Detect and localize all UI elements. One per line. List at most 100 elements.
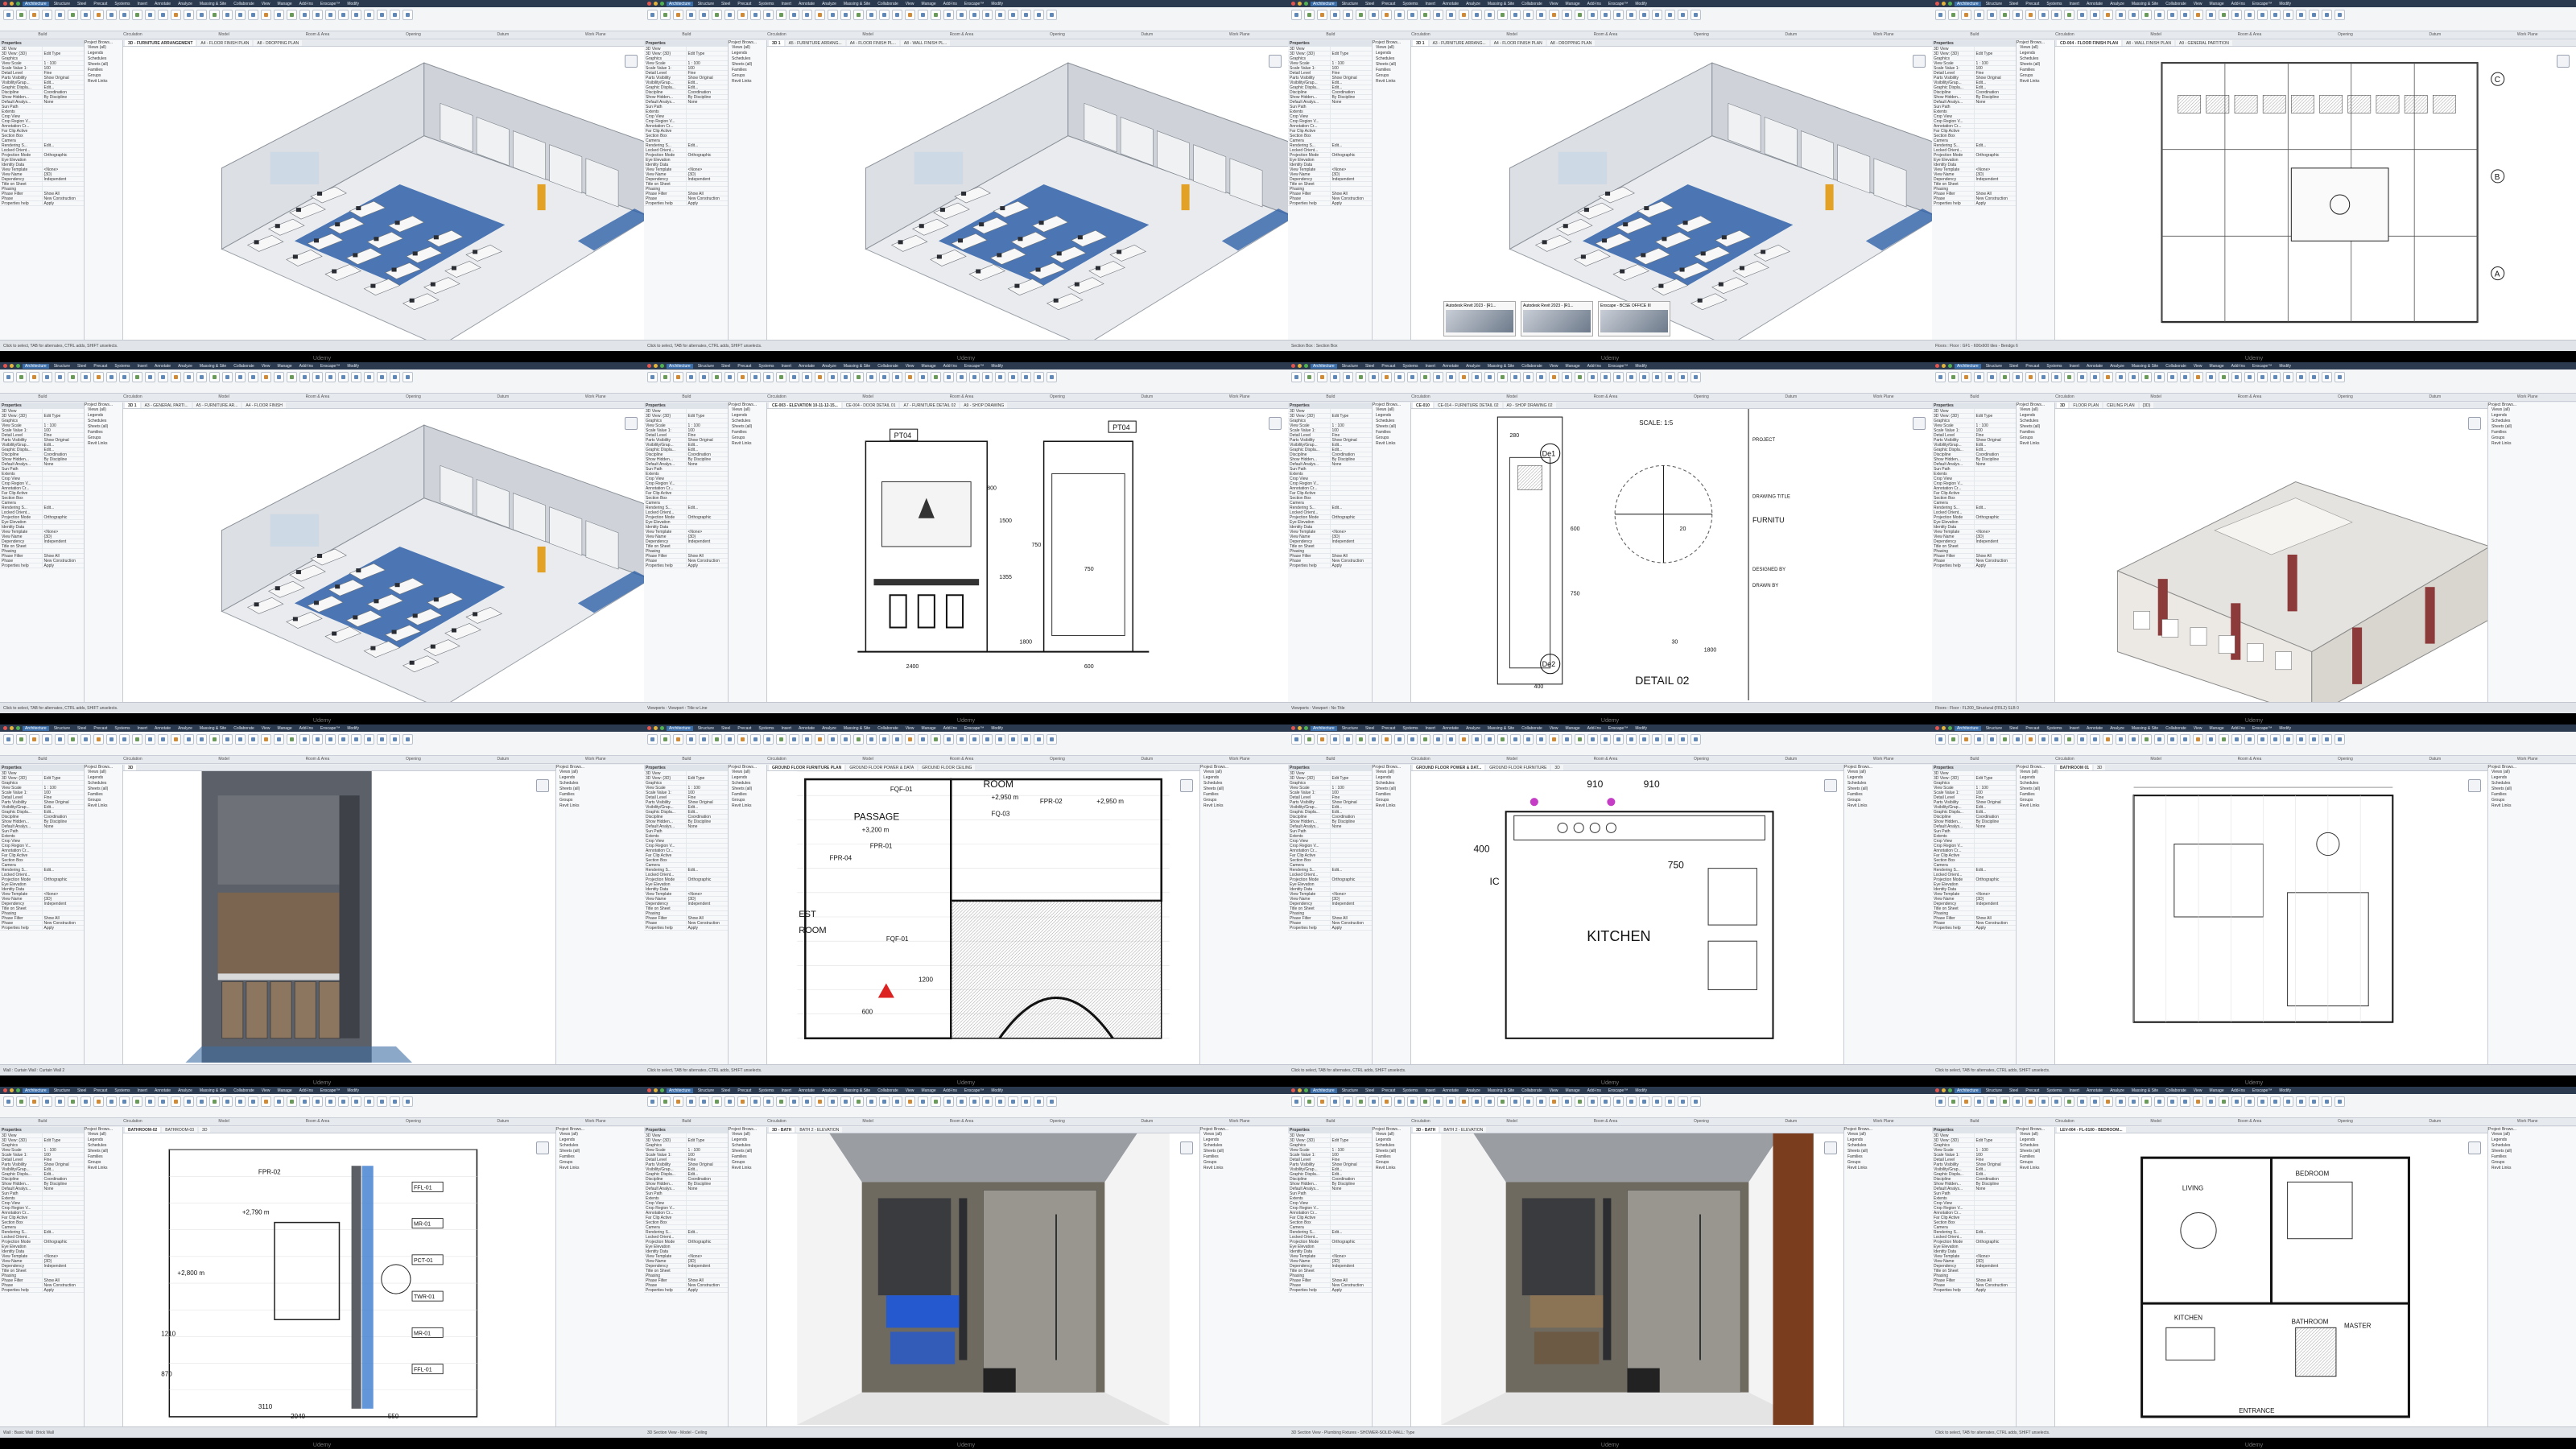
ribbon-tool-icon[interactable] <box>1652 1096 1662 1107</box>
ribbon-tab[interactable]: Steel <box>719 364 733 369</box>
browser-item[interactable]: Sheets (all) <box>2488 1149 2576 1154</box>
ribbon-tab[interactable]: Steel <box>1363 1088 1377 1093</box>
ribbon-tool-icon[interactable] <box>29 734 39 745</box>
ribbon-tool-icon[interactable] <box>1639 1096 1649 1107</box>
ribbon-tab[interactable]: Manage <box>2207 364 2227 369</box>
browser-item[interactable]: Views (all) <box>1200 770 1288 775</box>
ribbon-tab[interactable]: Modify <box>2277 1088 2293 1093</box>
drawing-area[interactable] <box>123 47 644 340</box>
view-cube-icon[interactable] <box>1913 55 1926 68</box>
ribbon-tool-icon[interactable] <box>196 734 207 745</box>
ribbon-tool-icon[interactable] <box>2154 372 2165 382</box>
ribbon-tab[interactable]: Annotate <box>796 1088 817 1093</box>
ribbon-tool-icon[interactable] <box>2180 372 2190 382</box>
ribbon-tool-icon[interactable] <box>1497 372 1508 382</box>
view-tab[interactable]: A4 - FLOOR FINISH <box>242 402 286 408</box>
view-tab[interactable]: BATHROOM 01 <box>2057 765 2093 770</box>
browser-item[interactable]: Sheets (all) <box>85 62 122 68</box>
window-control-icon[interactable] <box>1942 726 1946 730</box>
ribbon-tool-icon[interactable] <box>2090 10 2100 20</box>
ribbon-tool-icon[interactable] <box>1291 10 1302 20</box>
ribbon-tab[interactable]: Annotate <box>152 364 173 369</box>
ribbon-tool-icon[interactable] <box>2077 734 2087 745</box>
ribbon-tab[interactable]: Analyze <box>175 2 195 6</box>
ribbon-tool-icon[interactable] <box>1562 372 1572 382</box>
ribbon-tool-icon[interactable] <box>802 10 812 20</box>
ribbon-tool-icon[interactable] <box>1948 372 1959 382</box>
browser-item[interactable]: Sheets (all) <box>1844 786 1932 792</box>
view-tab[interactable]: 3D <box>125 765 137 770</box>
properties-help-link[interactable]: Properties help <box>644 1288 686 1292</box>
browser-item[interactable]: Revit Links <box>2488 1166 2576 1171</box>
ribbon-tool-icon[interactable] <box>2322 10 2332 20</box>
ribbon-tab[interactable]: Systems <box>1400 726 1420 731</box>
browser-item[interactable]: Revit Links <box>85 441 122 447</box>
ribbon-tool-icon[interactable] <box>299 734 310 745</box>
ribbon-tool-icon[interactable] <box>2128 372 2139 382</box>
browser-item[interactable]: Groups <box>556 1160 644 1166</box>
ribbon-tool-icon[interactable] <box>2334 10 2345 20</box>
ribbon-tab[interactable]: Manage <box>2207 1088 2227 1093</box>
ribbon-tool-icon[interactable] <box>1536 1096 1546 1107</box>
ribbon-tool-icon[interactable] <box>119 734 130 745</box>
window-control-icon[interactable] <box>654 364 658 368</box>
ribbon-tab[interactable]: Modify <box>1633 1088 1649 1093</box>
ribbon-tool-icon[interactable] <box>1613 10 1624 20</box>
window-control-icon[interactable] <box>1942 1088 1946 1092</box>
ribbon-tool-icon[interactable] <box>1446 734 1456 745</box>
browser-item[interactable]: Legends <box>729 775 766 781</box>
view-tab[interactable]: BATH 2 - ELEVATION <box>796 1127 843 1133</box>
view-tab[interactable]: A5 - FURNITURE AR... <box>192 402 242 408</box>
model-view[interactable]: FFL-01MR-01PCT-01TWR-01MR-01FFL-01FPR-02… <box>123 1133 555 1426</box>
ribbon-tool-icon[interactable] <box>402 734 413 745</box>
ribbon-tab[interactable]: Analyze <box>175 726 195 731</box>
ribbon-tool-icon[interactable] <box>1587 10 1598 20</box>
browser-item[interactable]: Legends <box>85 1137 122 1143</box>
ribbon-tool-icon[interactable] <box>1433 734 1443 745</box>
view-tab[interactable]: CE-003 - ELEVATION 10-11-12-15... <box>769 402 841 408</box>
ribbon-tool-icon[interactable] <box>1368 1096 1379 1107</box>
ribbon-tool-icon[interactable] <box>2180 10 2190 20</box>
browser-item[interactable]: Schedules <box>1373 781 1410 786</box>
ribbon-tab[interactable]: Enscape™ <box>318 364 342 369</box>
ribbon-tool-icon[interactable] <box>2193 10 2203 20</box>
window-control-icon[interactable] <box>10 2 14 6</box>
ribbon-tab[interactable]: Massing & Site <box>2129 726 2161 731</box>
ribbon-tab[interactable]: Enscape™ <box>962 1088 986 1093</box>
ribbon-tool-icon[interactable] <box>853 734 864 745</box>
ribbon-tab[interactable]: Precast <box>1379 364 1397 369</box>
ribbon-tool-icon[interactable] <box>2103 734 2113 745</box>
ribbon-tab[interactable]: Architecture <box>23 1 49 6</box>
ribbon-tab[interactable]: View <box>903 2 917 6</box>
ribbon-tool-icon[interactable] <box>879 372 890 382</box>
ribbon-tool-icon[interactable] <box>660 1096 671 1107</box>
ribbon-tab[interactable]: Manage <box>2207 726 2227 731</box>
browser-item[interactable]: Groups <box>2017 73 2054 79</box>
ribbon-tool-icon[interactable] <box>763 734 774 745</box>
ribbon-tool-icon[interactable] <box>2103 372 2113 382</box>
ribbon-tab[interactable]: Collaborate <box>2163 364 2189 369</box>
ribbon-tab[interactable]: Add-Ins <box>297 1088 316 1093</box>
ribbon-tab[interactable]: Precast <box>2023 2 2041 6</box>
ribbon-tool-icon[interactable] <box>1407 10 1418 20</box>
window-control-icon[interactable] <box>1291 2 1295 6</box>
drawing-area[interactable] <box>2055 409 2487 702</box>
ribbon-tool-icon[interactable] <box>80 10 91 20</box>
model-view[interactable] <box>767 1133 1199 1426</box>
browser-item[interactable]: Groups <box>556 798 644 803</box>
ribbon-tab[interactable]: View <box>2191 2 2205 6</box>
ribbon-tool-icon[interactable] <box>840 372 851 382</box>
ribbon-tab[interactable]: Add-Ins <box>1585 1088 1604 1093</box>
ribbon-tool-icon[interactable] <box>2167 1096 2178 1107</box>
view-canvas[interactable]: GROUND FLOOR POWER & DAT... GROUND FLOOR … <box>1411 765 1843 1064</box>
app-preview-card[interactable]: Autodesk Revit 2023 - [R1... <box>1443 301 1516 336</box>
drawing-area[interactable]: PT04 PT04 2400 1500 1355 600 1800 750 750 800 <box>767 409 1288 702</box>
browser-item[interactable]: Revit Links <box>556 1166 644 1171</box>
ribbon-tab[interactable]: Massing & Site <box>1485 364 1517 369</box>
ribbon-tool-icon[interactable] <box>299 372 310 382</box>
browser-item[interactable]: Groups <box>85 436 122 441</box>
browser-item[interactable]: Sheets (all) <box>2017 1149 2054 1154</box>
view-canvas[interactable]: 3D - BATH BATH 2 - ELEVATION <box>767 1127 1199 1426</box>
browser-item[interactable]: Legends <box>556 1137 644 1143</box>
browser-item[interactable]: Sheets (all) <box>729 424 766 430</box>
